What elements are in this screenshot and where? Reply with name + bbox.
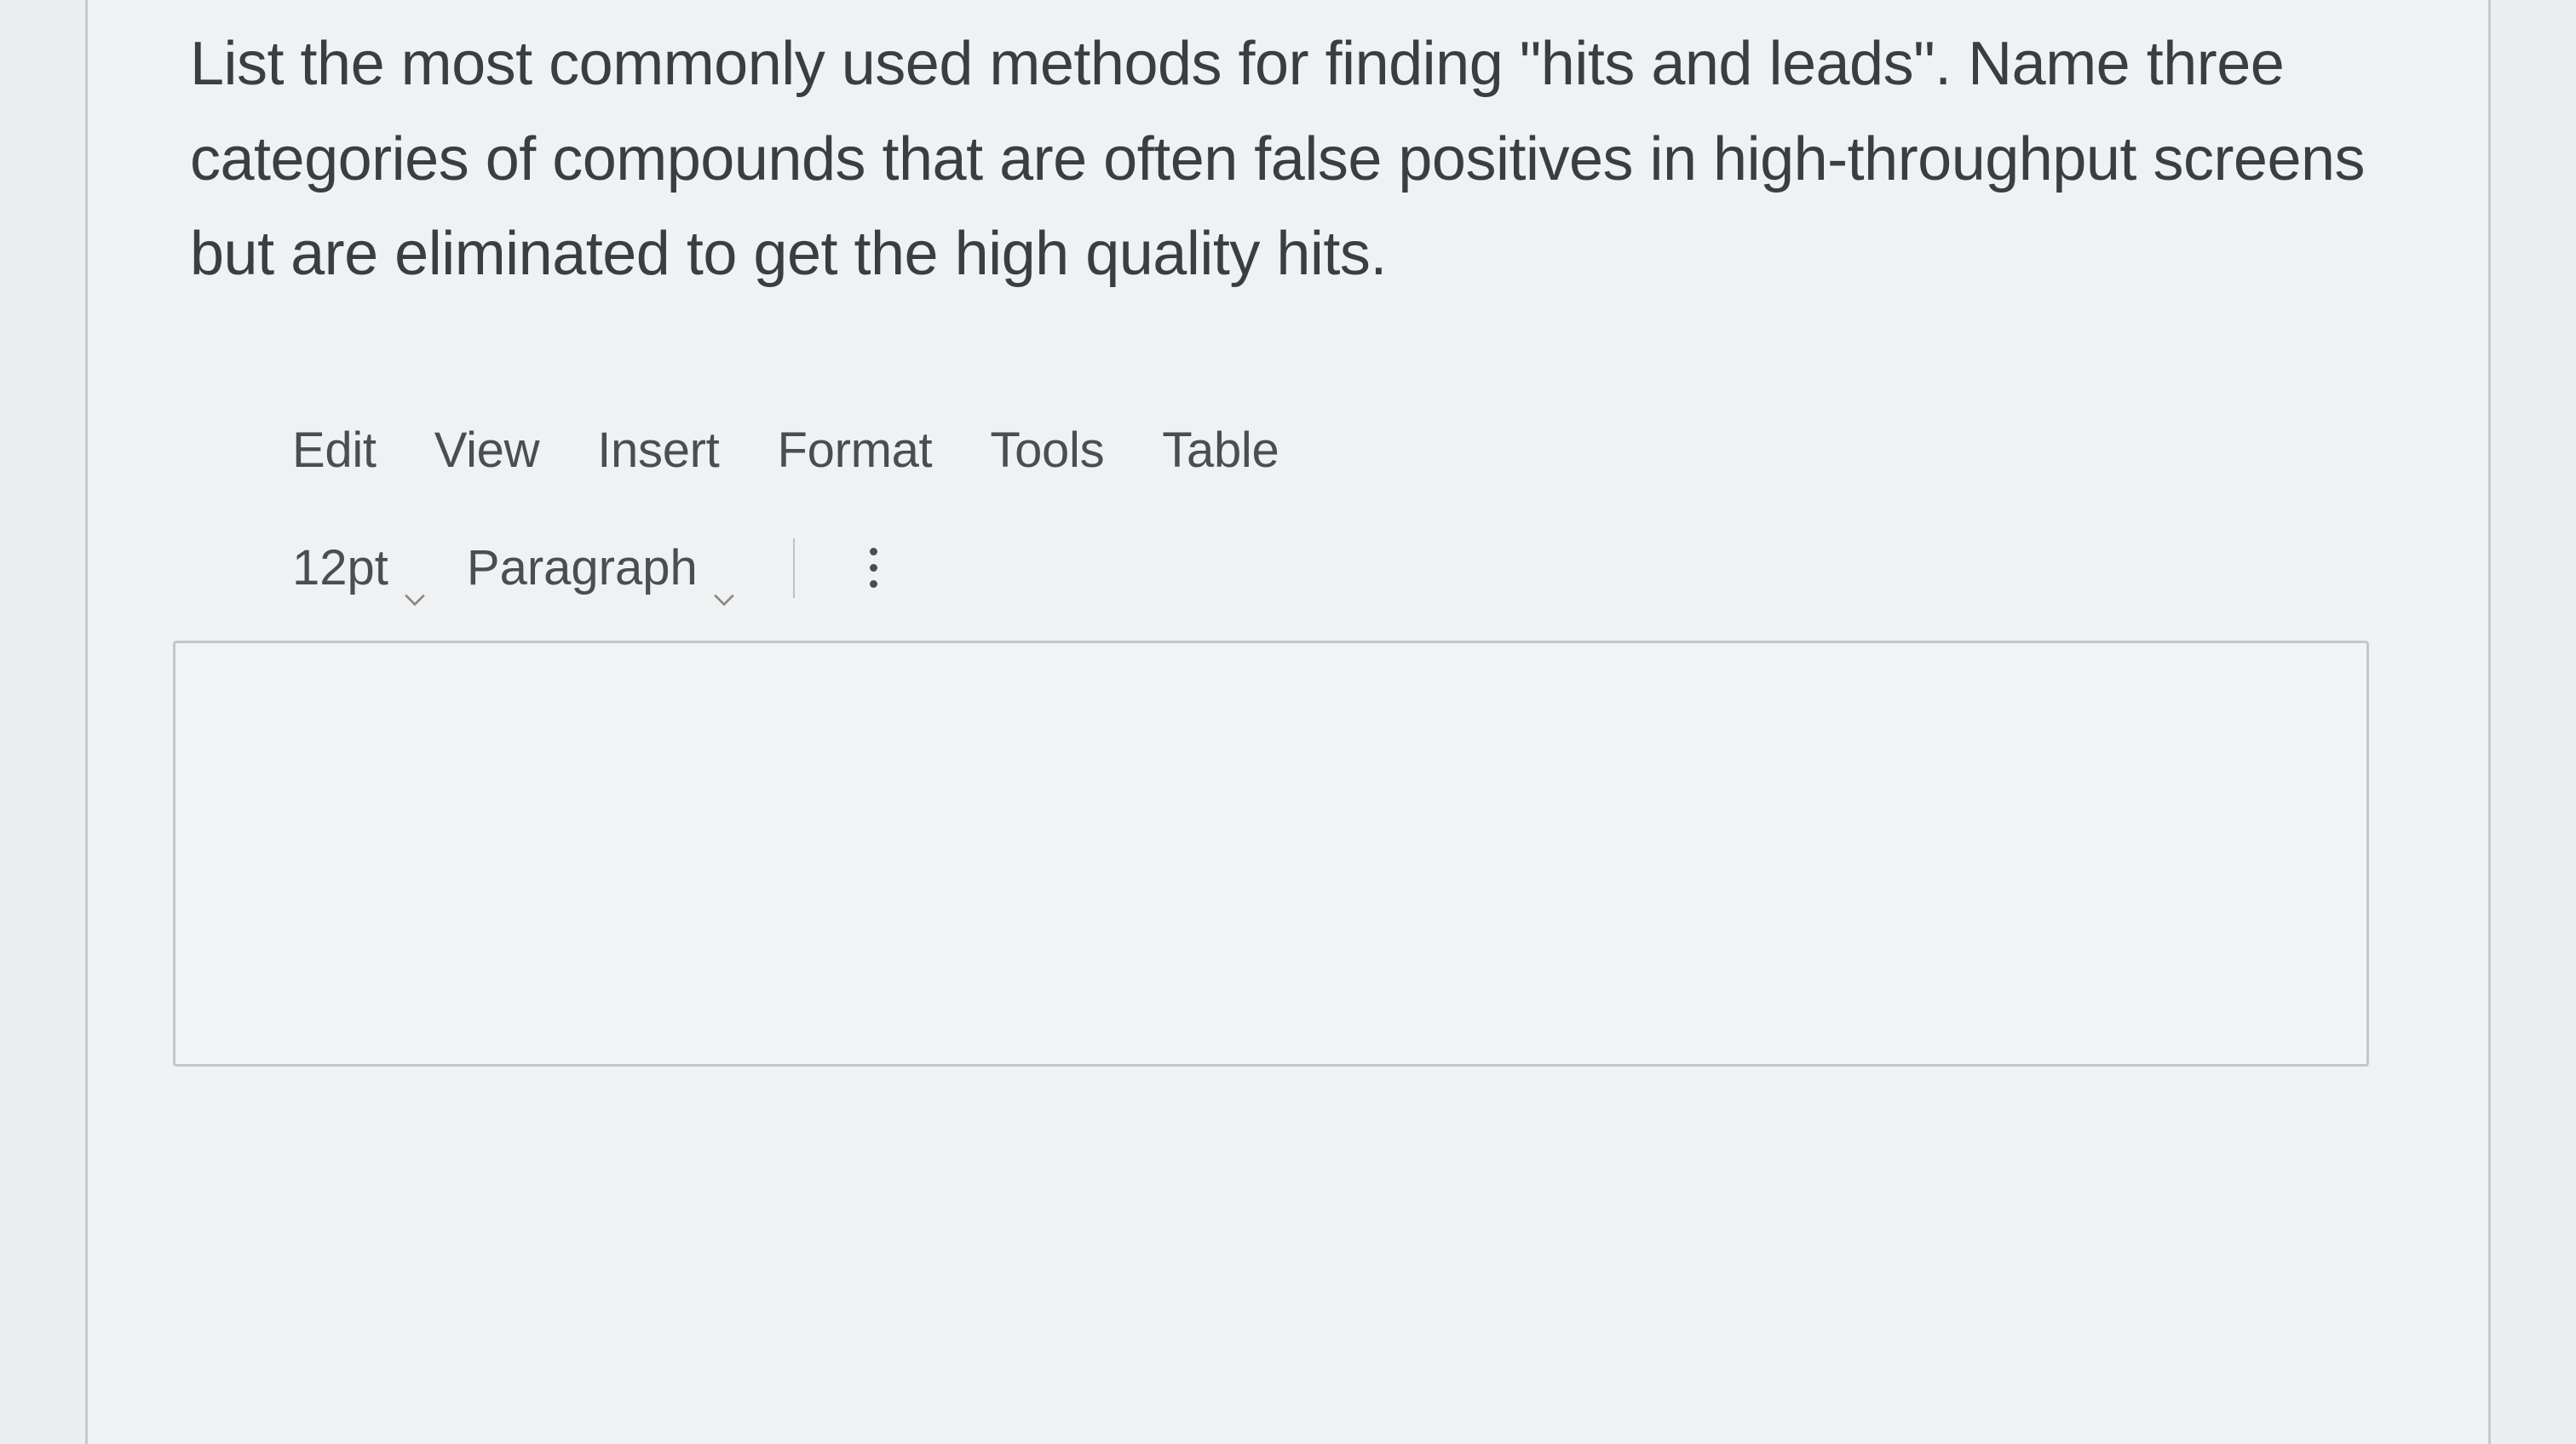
menu-table[interactable]: Table <box>1162 422 1279 479</box>
block-format-selector[interactable]: Paragraph <box>467 539 735 596</box>
editor-toolbar: Edit View Insert Format Tools Table 12pt… <box>190 422 2386 598</box>
answer-text-input[interactable] <box>173 641 2369 1067</box>
more-options-button[interactable] <box>853 539 894 596</box>
menu-edit[interactable]: Edit <box>292 422 377 479</box>
menu-view[interactable]: View <box>434 422 539 479</box>
chevron-down-icon <box>404 561 426 575</box>
font-size-selector[interactable]: 12pt <box>292 539 426 596</box>
font-size-label: 12pt <box>292 539 388 596</box>
page-container: List the most commonly used methods for … <box>0 0 2576 1444</box>
content-panel: List the most commonly used methods for … <box>85 0 2491 1444</box>
block-format-label: Paragraph <box>467 539 698 596</box>
chevron-down-icon <box>713 561 735 575</box>
menu-tools[interactable]: Tools <box>990 422 1104 479</box>
toolbar-divider <box>793 538 795 598</box>
menu-format[interactable]: Format <box>777 422 932 479</box>
question-text: List the most commonly used methods for … <box>190 17 2386 302</box>
kebab-dot <box>870 580 877 588</box>
kebab-dot <box>870 564 877 572</box>
kebab-dot <box>870 548 877 555</box>
menu-bar: Edit View Insert Format Tools Table <box>292 422 2386 479</box>
format-bar: 12pt Paragraph <box>292 538 2386 598</box>
menu-insert[interactable]: Insert <box>597 422 719 479</box>
